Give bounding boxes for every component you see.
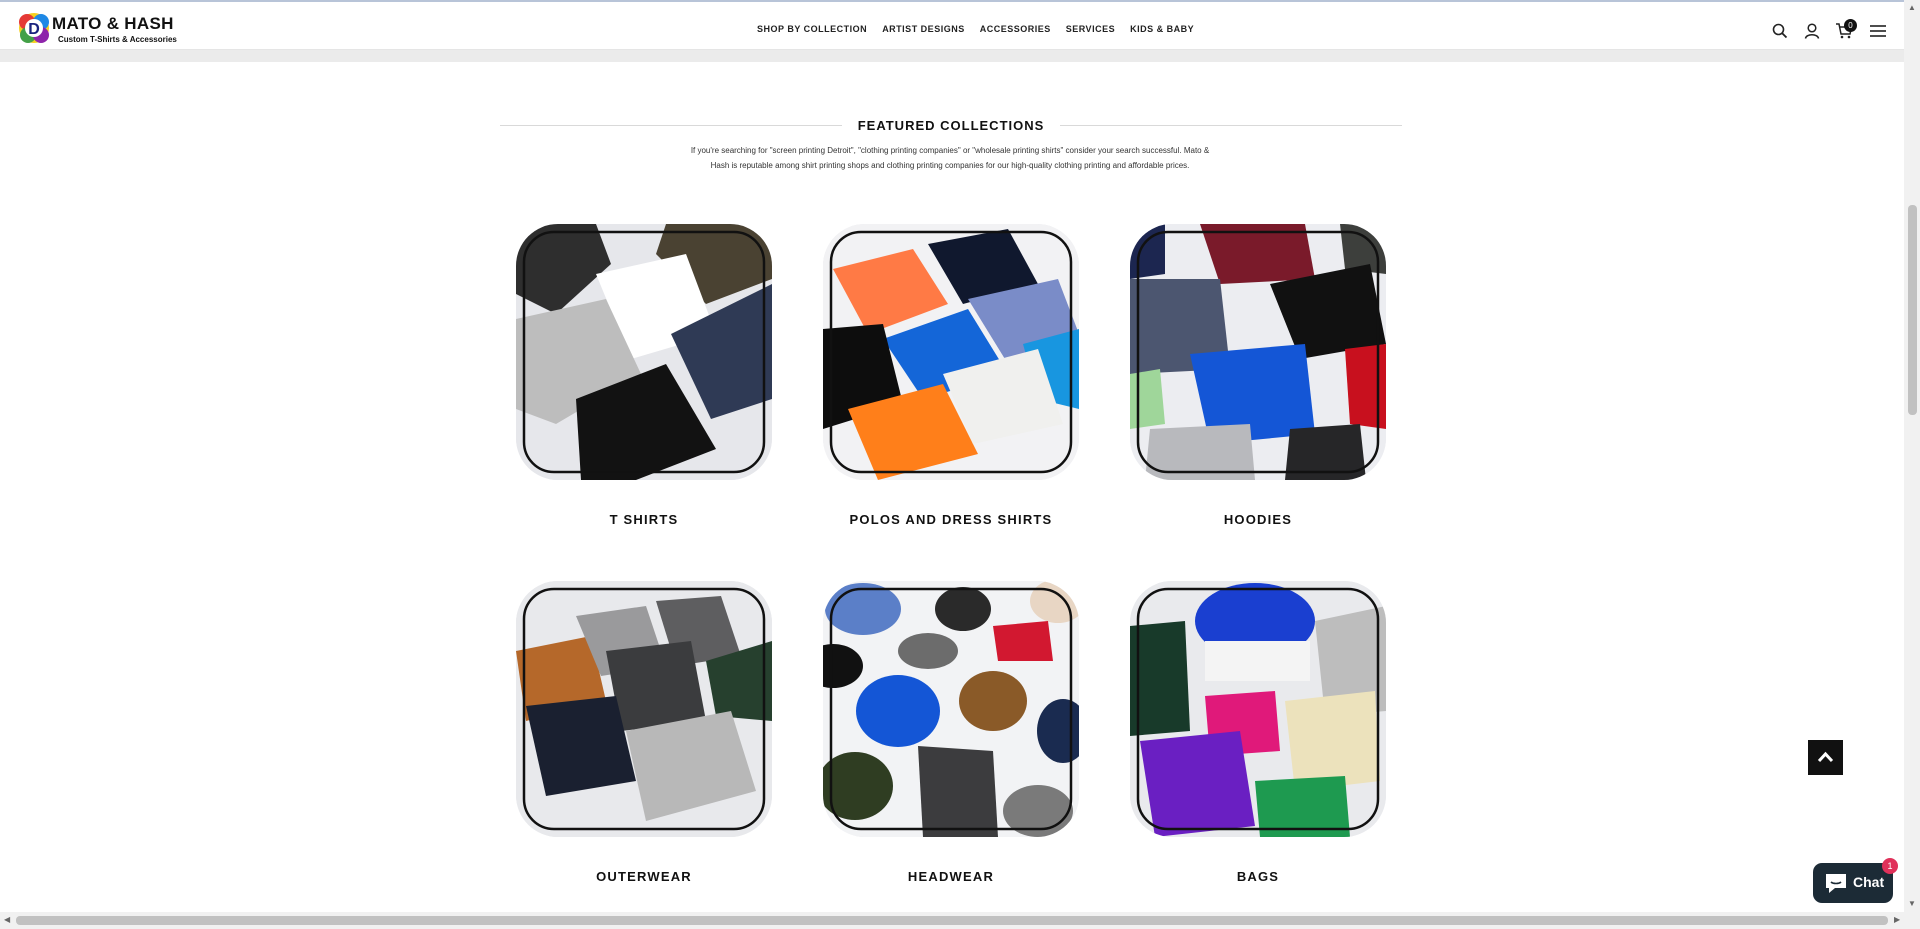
scroll-left-arrow-icon[interactable]: ◀ — [4, 915, 10, 924]
header-divider-band — [0, 50, 1904, 62]
collection-label-headwear[interactable]: HEADWEAR — [801, 869, 1101, 884]
section-title: FEATURED COLLECTIONS — [841, 118, 1061, 133]
site-header: D MATO & HASH Custom T-Shirts & Accessor… — [0, 2, 1904, 50]
scroll-right-arrow-icon[interactable]: ▶ — [1894, 915, 1900, 924]
chat-label: Chat — [1853, 874, 1885, 890]
nav-services[interactable]: SERVICES — [1066, 24, 1115, 34]
collection-card-headwear[interactable] — [823, 581, 1079, 837]
collection-card-outerwear[interactable] — [516, 581, 772, 837]
collection-label-hoodies[interactable]: HOODIES — [1108, 512, 1408, 527]
chevron-up-icon — [1817, 751, 1834, 763]
outerwear-image — [516, 581, 772, 837]
bags-image — [1130, 581, 1386, 837]
collection-label-outerwear[interactable]: OUTERWEAR — [494, 869, 794, 884]
collection-label-bags[interactable]: BAGS — [1108, 869, 1408, 884]
collection-label-polos[interactable]: POLOS AND DRESS SHIRTS — [801, 512, 1101, 527]
user-icon[interactable] — [1803, 22, 1821, 40]
nav-accessories[interactable]: ACCESSORIES — [980, 24, 1051, 34]
collection-card-bags[interactable] — [1130, 581, 1386, 837]
chat-button[interactable]: Chat — [1813, 863, 1893, 903]
nav-shop-by-collection[interactable]: SHOP BY COLLECTION — [757, 24, 867, 34]
page: D MATO & HASH Custom T-Shirts & Accessor… — [0, 0, 1920, 929]
chat-notification-badge: 1 — [1882, 858, 1898, 874]
section-description: If you're searching for "screen printing… — [690, 146, 1210, 170]
vertical-scroll-thumb[interactable] — [1908, 205, 1917, 415]
nav-artist-designs[interactable]: ARTIST DESIGNS — [882, 24, 965, 34]
site-logo[interactable]: D MATO & HASH Custom T-Shirts & Accessor… — [16, 10, 186, 48]
scroll-down-arrow-icon[interactable]: ▼ — [1908, 899, 1916, 908]
cart-count-badge: 0 — [1844, 19, 1857, 32]
svg-text:D: D — [28, 21, 40, 38]
back-to-top-button[interactable] — [1808, 740, 1843, 775]
vertical-scrollbar[interactable]: ▲ ▼ — [1904, 0, 1920, 912]
section-heading: FEATURED COLLECTIONS — [500, 116, 1402, 136]
horizontal-scrollbar[interactable]: ◀ ▶ — [0, 912, 1920, 929]
logo-subtitle: Custom T-Shirts & Accessories — [58, 35, 177, 44]
section-title-row: FEATURED COLLECTIONS — [500, 118, 1402, 133]
collection-card-t-shirts[interactable] — [516, 224, 772, 480]
nav-kids-baby[interactable]: KIDS & BABY — [1130, 24, 1194, 34]
menu-icon[interactable] — [1869, 22, 1887, 40]
polos-image — [823, 224, 1079, 480]
logo-title: MATO & HASH — [52, 14, 174, 33]
logo-mark-icon: D — [19, 13, 49, 43]
search-icon[interactable] — [1771, 22, 1789, 40]
collection-card-hoodies[interactable] — [1130, 224, 1386, 480]
horizontal-scroll-thumb[interactable] — [16, 916, 1888, 925]
chat-bubble-icon — [1826, 874, 1846, 893]
collection-card-polos[interactable] — [823, 224, 1079, 480]
main-navigation: SHOP BY COLLECTION ARTIST DESIGNS ACCESS… — [757, 24, 1194, 34]
hoodies-image — [1130, 224, 1386, 480]
scroll-up-arrow-icon[interactable]: ▲ — [1908, 3, 1916, 12]
headwear-image — [823, 581, 1079, 837]
collection-label-t-shirts[interactable]: T SHIRTS — [494, 512, 794, 527]
t-shirts-image — [516, 224, 772, 480]
